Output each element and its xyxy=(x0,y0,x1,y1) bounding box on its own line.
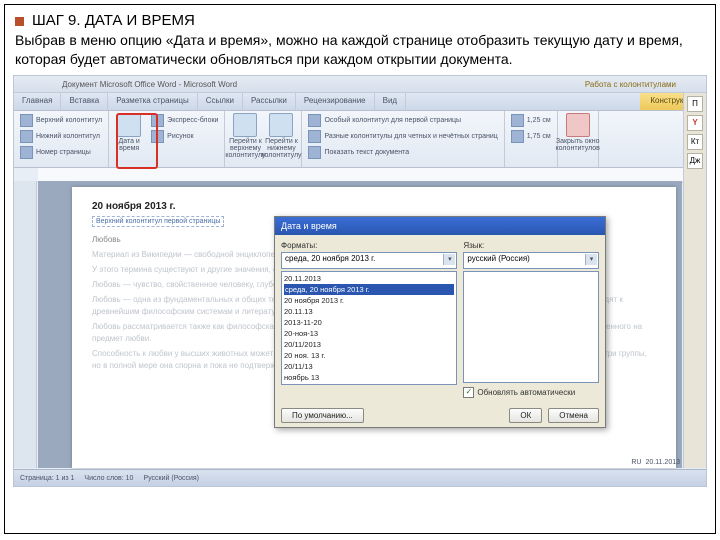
vertical-ruler xyxy=(14,181,37,468)
list-item[interactable]: 20.11.13 xyxy=(284,306,454,317)
article-title: Любовь xyxy=(92,235,121,244)
tab-layout[interactable]: Разметка страницы xyxy=(108,93,198,110)
formats-label: Форматы: xyxy=(281,241,457,250)
status-bar: Страница: 1 из 1 Число слов: 10 Русский … xyxy=(14,469,706,486)
tray-date: 20.11.2013 xyxy=(645,459,680,466)
header-date: 20 ноября 2013 г. xyxy=(92,201,656,212)
dock-item-4[interactable]: Дж xyxy=(687,153,703,169)
list-item[interactable]: 20/11/13 xyxy=(284,361,454,372)
chk-first-page[interactable]: Особый колонтитул для первой страницы xyxy=(306,113,499,128)
cancel-button[interactable]: Отмена xyxy=(548,408,599,423)
slide-text-block: ШАГ 9. ДАТА И ВРЕМЯ Выбрав в меню опцию … xyxy=(5,5,715,71)
system-tray: RU 20.11.2013 xyxy=(631,459,680,466)
ribbon-group-nav: Перейти к верхнему колонтитулу Перейти к… xyxy=(225,111,302,167)
close-icon xyxy=(566,113,590,137)
btn-close-hf[interactable]: Закрыть окно колонтитулов xyxy=(562,113,594,152)
list-item[interactable]: 20/11/2013 xyxy=(284,339,454,350)
blocks-icon xyxy=(151,114,164,127)
formats-listbox[interactable]: 20.11.2013 среда, 20 ноября 2013 г. 20 н… xyxy=(281,271,457,385)
footer-icon xyxy=(20,130,33,143)
tab-insert[interactable]: Вставка xyxy=(61,93,108,110)
header-boundary-label: Верхний колонтитул первой страницы xyxy=(92,216,224,227)
list-item[interactable]: 20.11.2013 xyxy=(284,273,454,284)
btn-goto-header[interactable]: Перейти к верхнему колонтитулу xyxy=(229,113,261,165)
auto-update-checkbox[interactable]: ✓ Обновлять автоматически xyxy=(463,387,599,398)
pagenum-icon xyxy=(20,146,33,159)
context-tab-group: Работа с колонтитулами xyxy=(585,80,676,89)
right-task-dock: П Y Кт Дж xyxy=(683,93,706,468)
dialog-titlebar: Дата и время xyxy=(275,217,605,235)
btn-goto-footer[interactable]: Перейти к нижнему колонтитулу xyxy=(265,113,297,165)
header-icon xyxy=(20,114,33,127)
goto-header-icon xyxy=(233,113,257,137)
list-item[interactable]: ноябрь 13 xyxy=(284,372,454,383)
bullet-row: ШАГ 9. ДАТА И ВРЕМЯ xyxy=(15,11,705,31)
chk-odd-even[interactable]: Разные колонтитулы для четных и нечётных… xyxy=(306,129,499,144)
tray-lang: RU xyxy=(631,459,641,466)
checkbox-icon xyxy=(308,146,321,159)
checkbox-icon xyxy=(308,114,321,127)
tab-mail[interactable]: Рассылки xyxy=(243,93,296,110)
screenshot-word: Документ Microsoft Office Word - Microso… xyxy=(13,75,707,487)
dialog-title-text: Дата и время xyxy=(281,221,337,231)
list-item[interactable]: 2013-11-20 xyxy=(284,317,454,328)
status-page: Страница: 1 из 1 xyxy=(20,475,74,482)
date-time-dialog: Дата и время Форматы: среда, 20 ноября 2… xyxy=(274,216,606,428)
word-titlebar: Документ Microsoft Office Word - Microso… xyxy=(14,76,706,93)
bullet-title: ШАГ 9. ДАТА И ВРЕМЯ xyxy=(32,11,195,31)
dock-item-3[interactable]: Кт xyxy=(687,134,703,150)
default-button[interactable]: По умолчанию... xyxy=(281,408,364,423)
preview-box xyxy=(463,271,599,383)
ribbon-group-insert: Дата и время Экспресс-блоки Рисунок xyxy=(109,111,225,167)
bullet-icon xyxy=(15,17,24,26)
list-item[interactable]: 20 ноя. 13 г. xyxy=(284,350,454,361)
btn-page-number[interactable]: Номер страницы xyxy=(18,145,104,160)
btn-quick-parts[interactable]: Экспресс-блоки xyxy=(149,113,220,128)
measure-icon xyxy=(511,130,524,143)
calendar-icon xyxy=(117,113,141,137)
btn-picture[interactable]: Рисунок xyxy=(149,129,220,144)
format-selected[interactable]: среда, 20 ноября 2013 г. ▾ xyxy=(281,252,457,269)
spin-top[interactable]: 1,25 см xyxy=(509,113,553,128)
tab-review[interactable]: Рецензирование xyxy=(296,93,375,110)
spin-bottom[interactable]: 1,75 см xyxy=(509,129,553,144)
tab-home[interactable]: Главная xyxy=(14,93,61,110)
dock-item-2[interactable]: Y xyxy=(687,115,703,131)
ribbon-group-close: Закрыть окно колонтитулов xyxy=(558,111,599,167)
chevron-down-icon: ▾ xyxy=(443,254,455,265)
checkbox-icon xyxy=(308,130,321,143)
ribbon: Верхний колонтитул Нижний колонтитул Ном… xyxy=(14,111,706,168)
slide-body-text: Выбрав в меню опцию «Дата и время», можн… xyxy=(15,31,705,69)
tab-view[interactable]: Вид xyxy=(375,93,406,110)
chevron-down-icon: ▾ xyxy=(585,254,597,265)
doc-title: Документ Microsoft Office Word - Microso… xyxy=(62,80,237,89)
list-item[interactable]: 20-ноя-13 xyxy=(284,328,454,339)
status-words: Число слов: 10 xyxy=(84,475,133,482)
measure-icon xyxy=(511,114,524,127)
dock-item-1[interactable]: П xyxy=(687,96,703,112)
chk-show-doc[interactable]: Показать текст документа xyxy=(306,145,499,160)
slide-container: ШАГ 9. ДАТА И ВРЕМЯ Выбрав в меню опцию … xyxy=(4,4,716,534)
ribbon-group-position: 1,25 см 1,75 см xyxy=(505,111,558,167)
checkbox-icon: ✓ xyxy=(463,387,474,398)
language-combo[interactable]: русский (Россия) ▾ xyxy=(463,252,599,269)
status-lang: Русский (Россия) xyxy=(143,475,199,482)
picture-icon xyxy=(151,130,164,143)
btn-date-time[interactable]: Дата и время xyxy=(113,113,145,165)
goto-footer-icon xyxy=(269,113,293,137)
ribbon-tabs: Главная Вставка Разметка страницы Ссылки… xyxy=(14,93,706,111)
btn-footer[interactable]: Нижний колонтитул xyxy=(18,129,104,144)
tab-refs[interactable]: Ссылки xyxy=(198,93,243,110)
language-label: Язык: xyxy=(463,241,599,250)
ribbon-group-options: Особый колонтитул для первой страницы Ра… xyxy=(302,111,504,167)
list-item[interactable]: 20 ноября 2013 г. xyxy=(284,295,454,306)
btn-top-header[interactable]: Верхний колонтитул xyxy=(18,113,104,128)
ok-button[interactable]: ОК xyxy=(509,408,542,423)
ribbon-group-headerfooter: Верхний колонтитул Нижний колонтитул Ном… xyxy=(14,111,109,167)
list-item-selected[interactable]: среда, 20 ноября 2013 г. xyxy=(284,284,454,295)
